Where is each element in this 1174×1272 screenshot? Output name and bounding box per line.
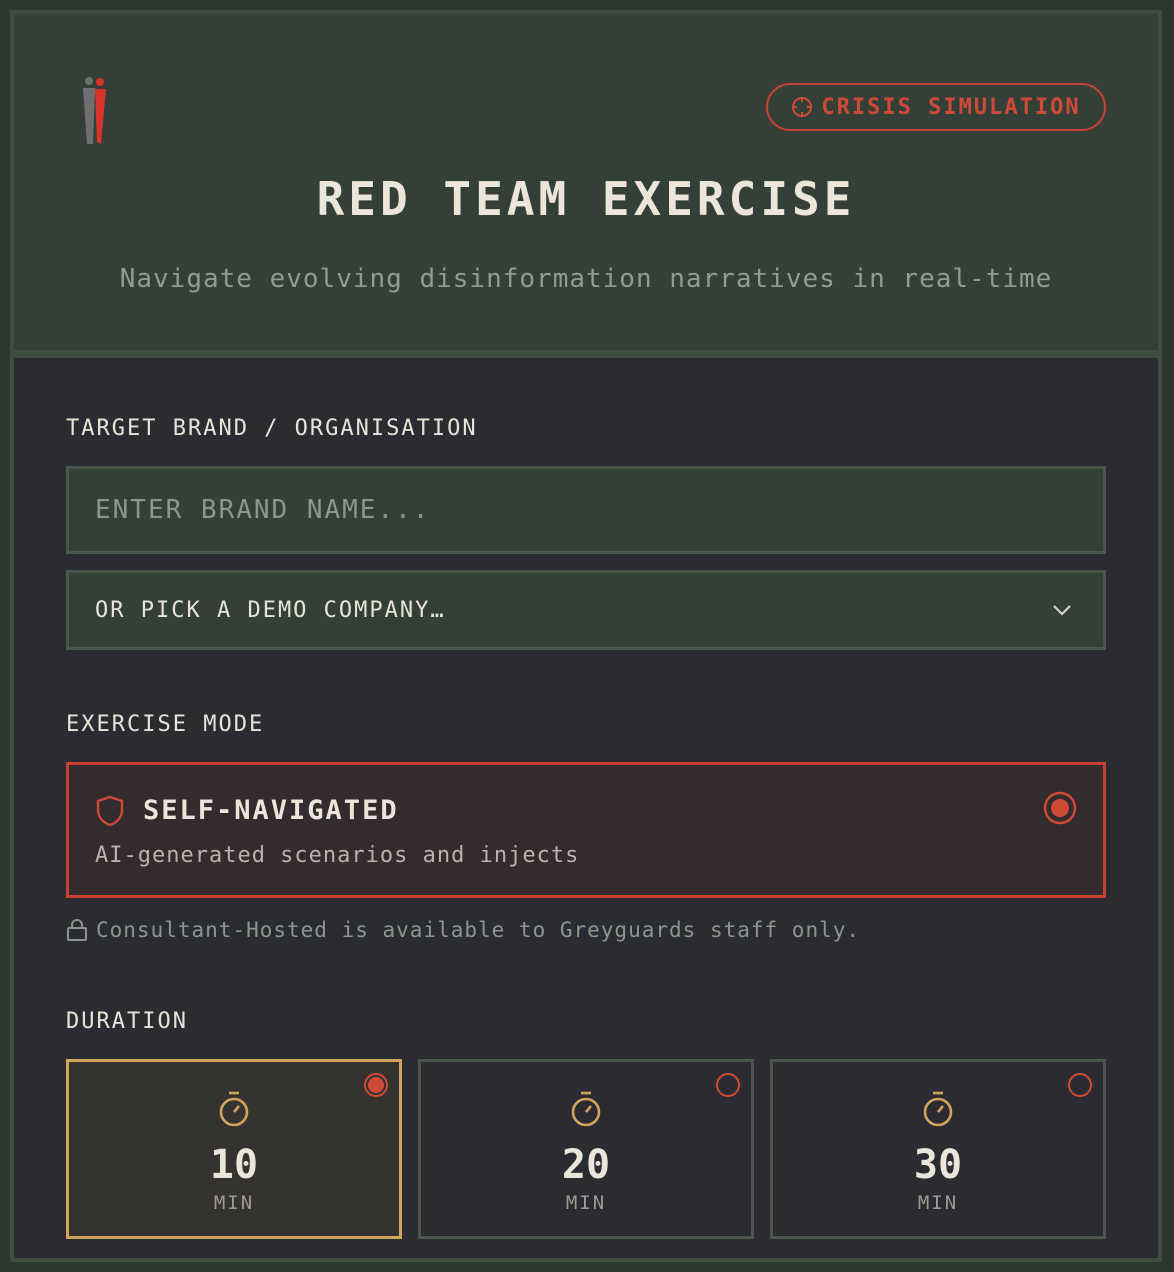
duration-unit: MIN — [917, 1192, 959, 1214]
app-frame: CRISIS SIMULATION RED TEAM EXERCISE Navi… — [10, 10, 1162, 1262]
radio-unselected-icon — [1068, 1073, 1092, 1097]
header: CRISIS SIMULATION RED TEAM EXERCISE Navi… — [14, 14, 1158, 358]
page-subtitle: Navigate evolving disinformation narrati… — [119, 264, 1053, 294]
timer-icon — [219, 1091, 249, 1127]
badge-label: CRISIS SIMULATION — [821, 94, 1081, 120]
consultant-hosted-note: Consultant-Hosted is available to Greygu… — [66, 918, 860, 942]
crisis-simulation-badge: CRISIS SIMULATION — [766, 83, 1106, 131]
duration-value: 10 — [209, 1142, 259, 1188]
duration-value: 20 — [561, 1142, 611, 1188]
duration-option-30[interactable]: 30 MIN — [770, 1059, 1106, 1239]
note-text: Consultant-Hosted is available to Greygu… — [96, 918, 861, 942]
brand-name-input[interactable] — [66, 466, 1106, 554]
page-title: RED TEAM EXERCISE — [316, 172, 856, 226]
duration-label: DURATION — [66, 1009, 188, 1034]
logo-icon — [83, 77, 106, 144]
shield-icon — [96, 795, 124, 827]
timer-icon — [571, 1091, 601, 1127]
target-brand-label: TARGET BRAND / ORGANISATION — [66, 416, 478, 441]
duration-unit: MIN — [213, 1192, 255, 1214]
mode-option-description: AI-generated scenarios and injects — [95, 843, 580, 868]
lock-icon — [67, 919, 87, 941]
duration-value: 30 — [913, 1142, 963, 1188]
chevron-down-icon — [1053, 605, 1071, 616]
timer-icon — [923, 1091, 953, 1127]
radio-selected-icon[interactable] — [1043, 791, 1077, 825]
radio-selected-icon — [364, 1073, 388, 1097]
demo-company-select[interactable]: OR PICK A DEMO COMPANY… — [66, 570, 1106, 650]
exercise-mode-label: EXERCISE MODE — [66, 712, 265, 737]
duration-option-10[interactable]: 10 MIN — [66, 1059, 402, 1239]
duration-unit: MIN — [565, 1192, 607, 1214]
demo-company-select-value: OR PICK A DEMO COMPANY… — [95, 597, 446, 623]
mode-option-self-navigated[interactable]: SELF-NAVIGATED AI-generated scenarios an… — [66, 762, 1106, 898]
radio-unselected-icon — [716, 1073, 740, 1097]
crosshair-icon — [792, 97, 813, 117]
duration-option-20[interactable]: 20 MIN — [418, 1059, 754, 1239]
mode-option-title: SELF-NAVIGATED — [143, 795, 399, 826]
